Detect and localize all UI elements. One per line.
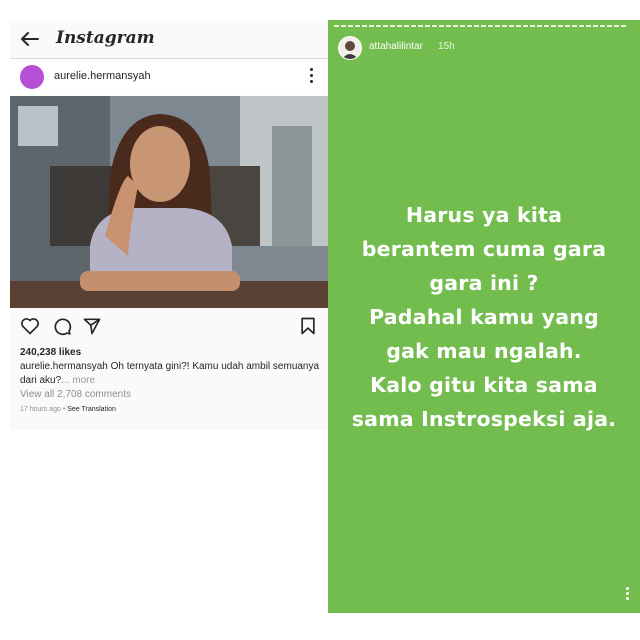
comment-icon[interactable] xyxy=(52,316,72,336)
share-icon[interactable] xyxy=(82,316,102,336)
heart-icon[interactable] xyxy=(20,316,40,336)
story-panel[interactable]: attahalilintar 15h Harus ya kita berante… xyxy=(328,20,640,613)
post-actions xyxy=(10,314,328,342)
story-line: gak mau ngalah. xyxy=(386,339,582,363)
avatar[interactable] xyxy=(20,65,44,89)
post-info: 240,238 likes aurelie.hermansyah Oh tern… xyxy=(20,346,320,417)
story-line: Harus ya kita xyxy=(405,203,563,227)
story-more-icon[interactable] xyxy=(626,587,630,603)
caption-more-link[interactable]: ... more xyxy=(61,375,95,386)
story-line: Kalo gitu kita sama xyxy=(370,373,598,397)
story-avatar[interactable] xyxy=(338,36,362,60)
post-photo[interactable] xyxy=(10,96,328,308)
likes-count[interactable]: 240,238 likes xyxy=(20,346,320,360)
story-username[interactable]: attahalilintar xyxy=(369,41,423,52)
story-text: Harus ya kita berantem cuma gara gara in… xyxy=(328,198,640,436)
caption: aurelie.hermansyah Oh ternyata gini?! Ka… xyxy=(20,360,320,388)
story-time: 15h xyxy=(438,41,455,52)
story-line: sama Instrospeksi aja. xyxy=(351,407,617,431)
view-comments-link[interactable]: View all 2,708 comments xyxy=(20,388,320,402)
bookmark-icon[interactable] xyxy=(298,316,318,336)
app-title: Instagram xyxy=(56,28,155,48)
post-username[interactable]: aurelie.hermansyah xyxy=(54,70,151,82)
back-arrow-icon[interactable] xyxy=(18,28,40,50)
instagram-post-panel: Instagram aurelie.hermansyah 240,238 lik… xyxy=(10,20,328,430)
top-bar: Instagram xyxy=(10,20,328,59)
story-line: berantem cuma gara xyxy=(361,237,607,261)
caption-username[interactable]: aurelie.hermansyah xyxy=(20,361,108,372)
post-time: 17 hours ago xyxy=(20,406,61,413)
story-line: gara ini ? xyxy=(429,271,539,295)
post-header: aurelie.hermansyah xyxy=(10,59,328,95)
story-progress-bar xyxy=(334,25,634,27)
story-line: Padahal kamu yang xyxy=(369,305,599,329)
more-options-icon[interactable] xyxy=(310,68,314,86)
see-translation-link[interactable]: See Translation xyxy=(67,406,116,413)
